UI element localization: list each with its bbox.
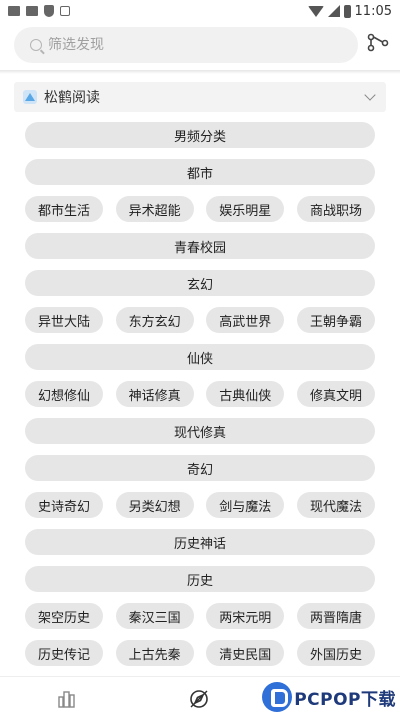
category-youth[interactable]: 青春校园	[25, 233, 375, 259]
category-history[interactable]: 历史	[25, 566, 375, 592]
search-box[interactable]	[14, 27, 358, 63]
tag-song-ming[interactable]: 两宋元明	[206, 603, 285, 629]
tag-cultivation-civ[interactable]: 修真文明	[296, 381, 375, 407]
mail-icon	[8, 6, 20, 16]
tag-alt-history[interactable]: 架空历史	[25, 603, 103, 629]
tag-jin-tang[interactable]: 两晋隋唐	[296, 603, 375, 629]
tag-alt-fantasy[interactable]: 另类幻想	[115, 492, 194, 518]
tag-classic-xianxia[interactable]: 古典仙侠	[206, 381, 285, 407]
share-nodes-icon[interactable]	[366, 31, 390, 55]
category-fantasy[interactable]: 奇幻	[25, 455, 375, 481]
xuanhuan-subcategories: 异世大陆 东方玄幻 高武世界 王朝争霸	[25, 307, 375, 333]
tag-business[interactable]: 商战职场	[296, 196, 375, 222]
category-xianxia[interactable]: 仙侠	[25, 344, 375, 370]
tag-entertainment[interactable]: 娱乐明星	[206, 196, 285, 222]
battery-icon	[343, 4, 351, 18]
category-modern-cultivation[interactable]: 现代修真	[25, 418, 375, 444]
tag-ancient[interactable]: 上古先秦	[115, 640, 194, 666]
category-male[interactable]: 男频分类	[25, 122, 375, 148]
category-urban[interactable]: 都市	[25, 159, 375, 185]
history-subcategories-1: 架空历史 秦汉三国 两宋元明 两晋隋唐	[25, 603, 375, 629]
tag-dynasty[interactable]: 王朝争霸	[296, 307, 375, 333]
search-row	[0, 27, 400, 65]
tag-urban-life[interactable]: 都市生活	[25, 196, 103, 222]
tag-epic-fantasy[interactable]: 史诗奇幻	[25, 492, 103, 518]
search-icon	[30, 39, 42, 51]
tag-high-martial[interactable]: 高武世界	[206, 307, 285, 333]
compass-icon[interactable]	[189, 689, 209, 709]
tag-foreign-history[interactable]: 外国历史	[296, 640, 375, 666]
tag-myth-cultivation[interactable]: 神话修真	[115, 381, 194, 407]
watermark: PCPOP下载	[262, 682, 396, 712]
system-icons: 11:05	[307, 3, 392, 19]
font-icon	[60, 6, 70, 16]
tag-fantasy-cultivation[interactable]: 幻想修仙	[25, 381, 103, 407]
shield-icon	[44, 5, 54, 17]
source-name: 松鹤阅读	[44, 90, 100, 106]
wifi-icon	[307, 5, 324, 17]
tag-qin-han[interactable]: 秦汉三国	[115, 603, 194, 629]
tag-qing-republic[interactable]: 清史民国	[206, 640, 285, 666]
category-history-myth[interactable]: 历史神话	[25, 529, 375, 555]
urban-subcategories: 都市生活 异术超能 娱乐明星 商战职场	[25, 196, 375, 222]
tag-modern-magic[interactable]: 现代魔法	[296, 492, 375, 518]
pcpop-logo-icon	[262, 682, 293, 712]
watermark-text: PCPOP下载	[294, 689, 396, 710]
header-divider	[0, 70, 400, 74]
bookshelf-icon[interactable]	[57, 689, 77, 709]
category-list: 男频分类 都市 都市生活 异术超能 娱乐明星 商战职场 青春校园 玄幻 异世大陆…	[25, 122, 375, 677]
tag-biography[interactable]: 历史传记	[25, 640, 103, 666]
app-logo-icon	[23, 90, 37, 104]
mail-icon	[26, 6, 38, 16]
tag-otherworld[interactable]: 异世大陆	[25, 307, 103, 333]
signal-icon	[327, 5, 340, 17]
status-time: 11:05	[354, 3, 392, 19]
tag-eastern-xuanhuan[interactable]: 东方玄幻	[115, 307, 194, 333]
history-subcategories-2: 历史传记 上古先秦 清史民国 外国历史	[25, 640, 375, 666]
status-bar: 11:05	[0, 0, 400, 22]
fantasy-subcategories: 史诗奇幻 另类幻想 剑与魔法 现代魔法	[25, 492, 375, 518]
tag-sword-magic[interactable]: 剑与魔法	[206, 492, 285, 518]
notification-icons	[8, 5, 70, 17]
chevron-down-icon[interactable]	[364, 89, 376, 101]
category-xuanhuan[interactable]: 玄幻	[25, 270, 375, 296]
search-input[interactable]	[48, 37, 328, 53]
xianxia-subcategories: 幻想修仙 神话修真 古典仙侠 修真文明	[25, 381, 375, 407]
source-selector[interactable]: 松鹤阅读	[14, 82, 386, 112]
tag-supernatural[interactable]: 异术超能	[115, 196, 194, 222]
